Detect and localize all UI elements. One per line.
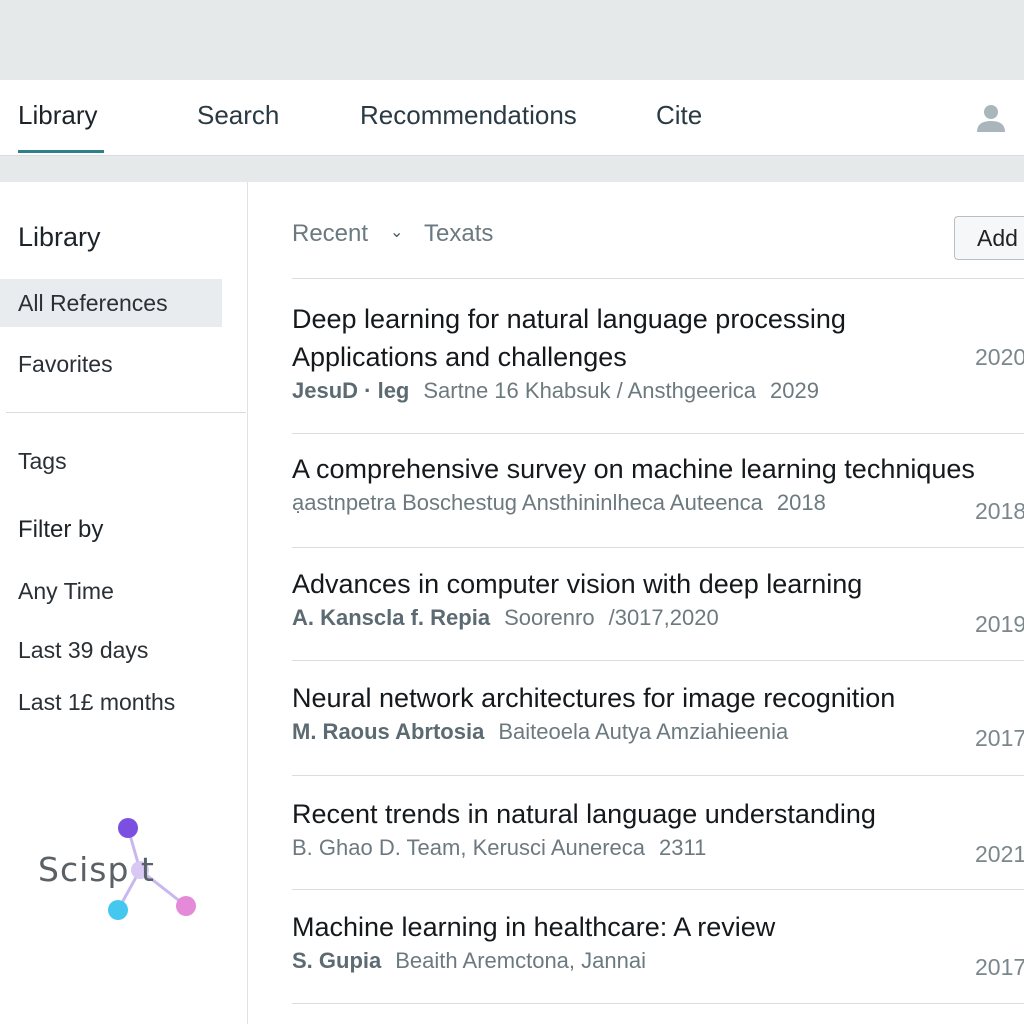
tab-library[interactable]: Library <box>18 100 97 131</box>
reference-publication: Baiteoela Autya Amziahieenia <box>498 719 789 744</box>
reference-year: 2019 <box>975 611 1024 637</box>
sort-dropdown[interactable]: Recent <box>292 220 368 248</box>
window-top-strip <box>0 0 1024 80</box>
sidebar-title: Library <box>18 222 101 252</box>
filter-any-time[interactable]: Any Time <box>18 578 114 605</box>
reference-publication: Sartne 16 Khabsuk / Ansthgeerica <box>423 378 757 403</box>
reference-year: 2020 <box>975 344 1024 370</box>
reference-authors: A. Kanscla f. Repia <box>292 605 491 630</box>
reference-meta: ạastnpetra Boschestug Ansthininlheca Aut… <box>292 490 1024 516</box>
reference-row[interactable]: Neural network architectures for image r… <box>292 679 1024 776</box>
reference-meta: S. Gupia Beaith Aremctona, Jannai <box>292 948 1024 974</box>
tab-cite[interactable]: Cite <box>656 100 702 131</box>
reference-publication: Soorenro <box>504 605 595 630</box>
reference-meta-year: 2311 <box>659 835 707 860</box>
reference-publication: B. Ghao D. Team, Kerusci Aunereca <box>292 835 645 860</box>
reference-authors: S. Gupia <box>292 948 382 973</box>
reference-meta-year: 2029 <box>770 378 819 403</box>
chevron-down-icon[interactable]: ⌄ <box>390 222 403 242</box>
reference-title: Deep learning for natural language proce… <box>292 304 846 334</box>
reference-meta-year: /3017,2020 <box>608 605 719 630</box>
reference-row[interactable]: Recent trends in natural language unders… <box>292 795 1024 890</box>
logo-text: Scisp t <box>38 850 155 889</box>
reference-title: Neural network architectures for image r… <box>292 683 896 713</box>
reference-title: Recent trends in natural language unders… <box>292 799 876 829</box>
reference-title: A comprehensive survey on machine learni… <box>292 454 975 484</box>
reference-publication: Beaith Aremctona, Jannai <box>395 948 646 973</box>
sidebar-divider <box>6 412 246 413</box>
tab-recommendations[interactable]: Recommendations <box>360 100 577 131</box>
filter-last-months[interactable]: Last 1£ months <box>18 689 175 716</box>
reference-year: 2017 <box>975 725 1024 751</box>
reference-title: Advances in computer vision with deep le… <box>292 569 863 599</box>
reference-publication: ạastnpetra Boschestug Ansthininlheca Aut… <box>292 490 763 515</box>
tab-search[interactable]: Search <box>197 100 279 131</box>
reference-meta: B. Ghao D. Team, Kerusci Aunereca 2311 <box>292 835 1024 861</box>
reference-list-panel: Recent ⌄ Texats Add Deep learning for na… <box>248 182 1024 1024</box>
sidebar-tags-label[interactable]: Tags <box>18 448 67 475</box>
active-tab-indicator <box>18 150 104 153</box>
add-reference-button[interactable]: Add <box>954 216 1024 260</box>
reference-row[interactable]: Machine learning in healthcare: A review… <box>292 908 1024 1004</box>
user-icon[interactable] <box>974 102 1008 134</box>
top-navigation: Library Search Recommendations Cite <box>0 80 1024 156</box>
sidebar-filter-heading: Filter by <box>18 516 104 543</box>
reference-row[interactable]: Advances in computer vision with deep le… <box>292 565 1024 661</box>
type-filter[interactable]: Texats <box>424 220 493 248</box>
reference-meta: JesuD · leg Sartne 16 Khabsuk / Ansthgeer… <box>292 378 1024 404</box>
sidebar-item-all-references[interactable]: All References <box>0 279 222 327</box>
reference-year: 2018 <box>975 498 1024 524</box>
sidebar-item-favorites[interactable]: Favorites <box>0 340 222 388</box>
reference-authors: JesuD · leg <box>292 378 410 403</box>
reference-year: 2021 <box>975 841 1024 867</box>
reference-year: 2017 <box>975 954 1024 980</box>
reference-meta-year: 2018 <box>776 490 826 515</box>
reference-row[interactable]: Deep learning for natural language proce… <box>292 300 1024 434</box>
reference-title-line-2: Applications and challenges <box>292 342 627 372</box>
reference-row[interactable]: A comprehensive survey on machine learni… <box>292 450 1024 548</box>
reference-title: Machine learning in healthcare: A review <box>292 912 776 942</box>
reference-meta: M. Raous Abrtosia Baiteoela Autya Amziahi… <box>292 719 1024 745</box>
reference-authors: M. Raous Abrtosia <box>292 719 485 744</box>
reference-meta: A. Kanscla f. Repia Soorenro/3017,2020 <box>292 605 1024 631</box>
filter-last-days[interactable]: Last 39 days <box>18 637 148 664</box>
content-top-strip <box>0 156 1024 182</box>
scispot-logo: Scisp t <box>36 812 206 932</box>
list-divider <box>292 278 1024 279</box>
